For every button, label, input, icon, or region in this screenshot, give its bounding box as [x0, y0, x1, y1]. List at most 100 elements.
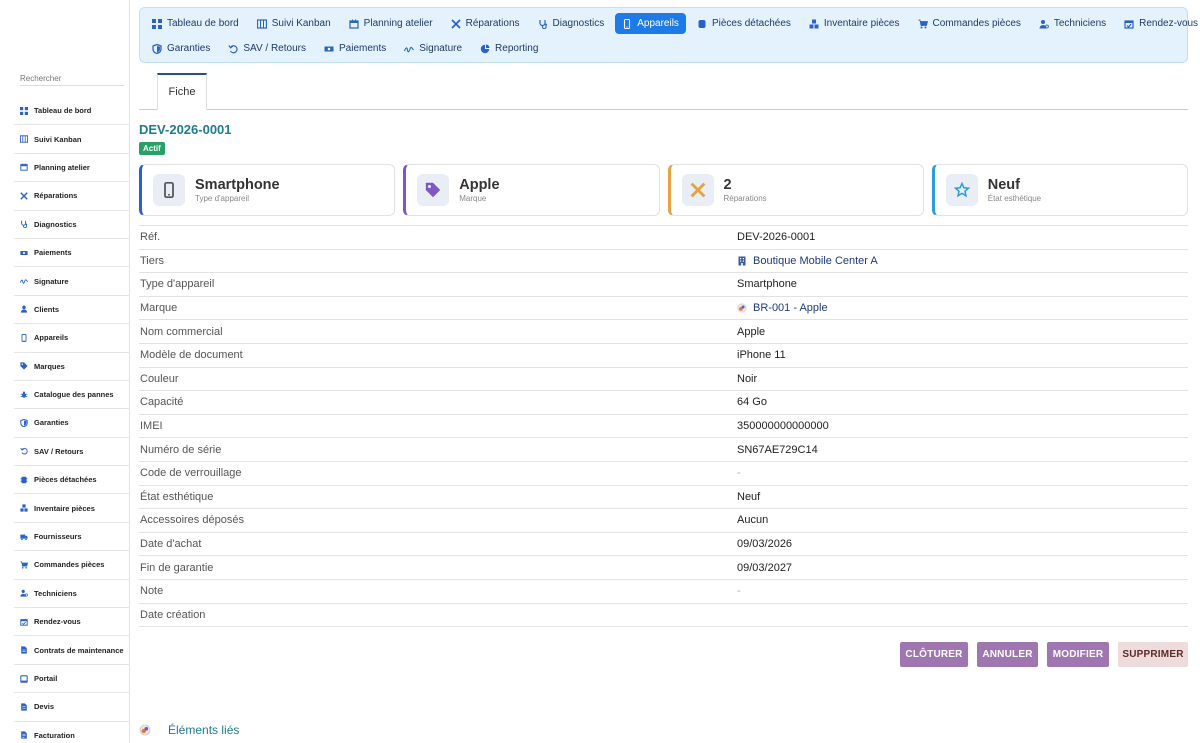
calendar-icon: [20, 163, 28, 172]
star-icon: [945, 174, 978, 206]
sidebar-item-devis[interactable]: Devis: [14, 693, 130, 722]
field-label: État esthétique: [140, 490, 214, 503]
sidebar-item-label: Réparations: [34, 191, 78, 201]
mobile-icon: [622, 18, 632, 29]
sidebar-item-sav-retours[interactable]: SAV / Retours: [14, 438, 130, 467]
building-icon: [737, 256, 747, 266]
sidebar-item-diagnostics[interactable]: Diagnostics: [14, 211, 130, 239]
sidebar-item-fournisseurs[interactable]: Fournisseurs: [14, 523, 130, 552]
dashboard-icon: [152, 18, 162, 29]
sidebar-item-garanties[interactable]: Garanties: [14, 409, 130, 438]
detail-row: Tiers Boutique Mobile Center A: [139, 250, 1188, 274]
sidebar-item-signature[interactable]: Signature: [14, 267, 130, 296]
top-nav-signature[interactable]: Signature: [397, 38, 469, 59]
top-nav-pieces-detachees[interactable]: Pièces détachées: [690, 13, 798, 34]
top-nav-reporting[interactable]: Reporting: [473, 38, 545, 59]
top-nav-techniciens[interactable]: Techniciens: [1032, 13, 1113, 34]
sidebar-item-planning-atelier[interactable]: Planning atelier: [14, 154, 130, 183]
sidebar-item-label: SAV / Retours: [34, 446, 84, 456]
cart-icon: [20, 561, 28, 569]
sidebar-item-label: Commandes pièces: [34, 560, 105, 570]
delete-button[interactable]: SUPPRIMER: [1118, 642, 1188, 667]
top-nav-rendez-vous[interactable]: Rendez-vous: [1117, 13, 1200, 34]
kanban-icon: [256, 18, 267, 29]
stethoscope-icon: [538, 19, 548, 29]
sidebar-item-suivi-kanban[interactable]: Suivi Kanban: [14, 125, 130, 154]
sidebar-menu: Tableau de bord Suivi Kanban Planning atel…: [14, 97, 130, 743]
sidebar-item-techniciens[interactable]: Techniciens: [14, 580, 130, 609]
top-nav-garanties[interactable]: Garanties: [145, 38, 217, 59]
brand-icon: [139, 724, 151, 736]
pie-chart-icon: [480, 44, 490, 54]
sidebar-item-appareils[interactable]: Appareils: [14, 324, 130, 353]
sidebar-item-catalogue-des-pannes[interactable]: Catalogue des pannes: [14, 381, 130, 410]
field-value: Apple: [737, 325, 766, 338]
field-value: -: [737, 467, 741, 480]
sidebar-item-contrats-de-maintenance[interactable]: Contrats de maintenance: [14, 636, 130, 665]
stethoscope-icon: [20, 220, 28, 229]
edit-button[interactable]: MODIFIER: [1047, 642, 1109, 667]
search-input[interactable]: [20, 72, 124, 86]
field-value-wrap: SN67AE729C14: [737, 444, 818, 456]
field-value: 09/03/2027: [737, 561, 793, 574]
field-label: Nom commercial: [140, 325, 223, 338]
top-nav-sav-retours[interactable]: SAV / Retours: [221, 38, 313, 59]
sidebar-item-marques[interactable]: Marques: [14, 353, 130, 381]
tag-icon: [20, 362, 28, 370]
undo-icon: [20, 447, 28, 455]
field-value: Smartphone: [737, 278, 797, 291]
sidebar-item-label: Tableau de bord: [34, 106, 92, 116]
sidebar-item-reparations[interactable]: Réparations: [14, 182, 130, 211]
field-link[interactable]: BR-001 - Apple: [737, 302, 828, 314]
sidebar-item-commandes-pieces[interactable]: Commandes pièces: [14, 551, 130, 580]
field-label: Accessoires déposés: [140, 514, 244, 527]
sidebar-item-paiements[interactable]: Paiements: [14, 239, 130, 268]
close-record-button[interactable]: CLÔTURER: [900, 642, 968, 667]
top-nav-appareils[interactable]: Appareils: [615, 13, 686, 34]
card-value: Apple: [459, 177, 500, 193]
top-nav-label: Paiements: [338, 43, 387, 54]
sidebar-item-portail[interactable]: Portail: [14, 665, 130, 694]
sidebar-item-clients[interactable]: Clients: [14, 296, 130, 325]
top-nav-label: Commandes pièces: [932, 18, 1021, 29]
summary-card: 2 Réparations: [667, 164, 924, 216]
detail-row: État esthétique Neuf: [139, 486, 1188, 510]
top-nav-label: Appareils: [637, 18, 679, 29]
sidebar-item-label: Paiements: [34, 248, 72, 258]
sidebar-item-tableau-de-bord[interactable]: Tableau de bord: [14, 97, 130, 126]
field-link[interactable]: Boutique Mobile Center A: [737, 255, 878, 267]
top-nav-label: Garanties: [167, 43, 211, 54]
tab-fiche[interactable]: Fiche: [157, 73, 207, 110]
field-value: 09/03/2026: [737, 538, 793, 551]
cancel-button[interactable]: ANNULER: [977, 642, 1038, 667]
summary-cards: Smartphone Type d'appareil Apple Marque 2 Rép…: [139, 164, 1188, 216]
sidebar-item-rendez-vous[interactable]: Rendez-vous: [14, 608, 130, 637]
tools-icon: [681, 174, 714, 206]
top-nav-planning-atelier[interactable]: Planning atelier: [342, 13, 440, 34]
top-nav-inventaire-pieces[interactable]: Inventaire pièces: [802, 13, 907, 34]
calendar-check-icon: [20, 618, 28, 626]
cart-icon: [918, 19, 928, 29]
top-nav-suivi-kanban[interactable]: Suivi Kanban: [250, 13, 338, 34]
detail-row: Date d'achat 09/03/2026: [139, 533, 1188, 557]
sidebar-item-label: Techniciens: [34, 588, 77, 598]
top-nav-diagnostics[interactable]: Diagnostics: [531, 13, 612, 34]
field-value: 64 Go: [737, 396, 767, 409]
sidebar-item-label: Fournisseurs: [34, 532, 82, 542]
field-label: Capacité: [140, 396, 184, 409]
portal-icon: [20, 674, 28, 683]
detail-row: Note -: [139, 580, 1188, 604]
field-label: Tiers: [140, 254, 165, 267]
sidebar-item-facturation[interactable]: Facturation: [14, 722, 130, 743]
user-icon: [20, 305, 28, 314]
top-nav-paiements[interactable]: Paiements: [317, 38, 393, 59]
top-nav-reparations[interactable]: Réparations: [444, 13, 527, 34]
sidebar-item-inventaire-pieces[interactable]: Inventaire pièces: [14, 494, 130, 523]
field-value: Aucun: [737, 514, 769, 527]
top-nav-commandes-pieces[interactable]: Commandes pièces: [911, 13, 1028, 34]
linked-elements-section[interactable]: Éléments liés: [139, 723, 239, 737]
top-nav-tableau-de-bord[interactable]: Tableau de bord: [145, 13, 246, 34]
detail-row: Type d'appareil Smartphone: [139, 273, 1188, 297]
detail-row: Date création: [139, 604, 1188, 628]
sidebar-item-pieces-detachees[interactable]: Pièces détachées: [14, 466, 130, 495]
